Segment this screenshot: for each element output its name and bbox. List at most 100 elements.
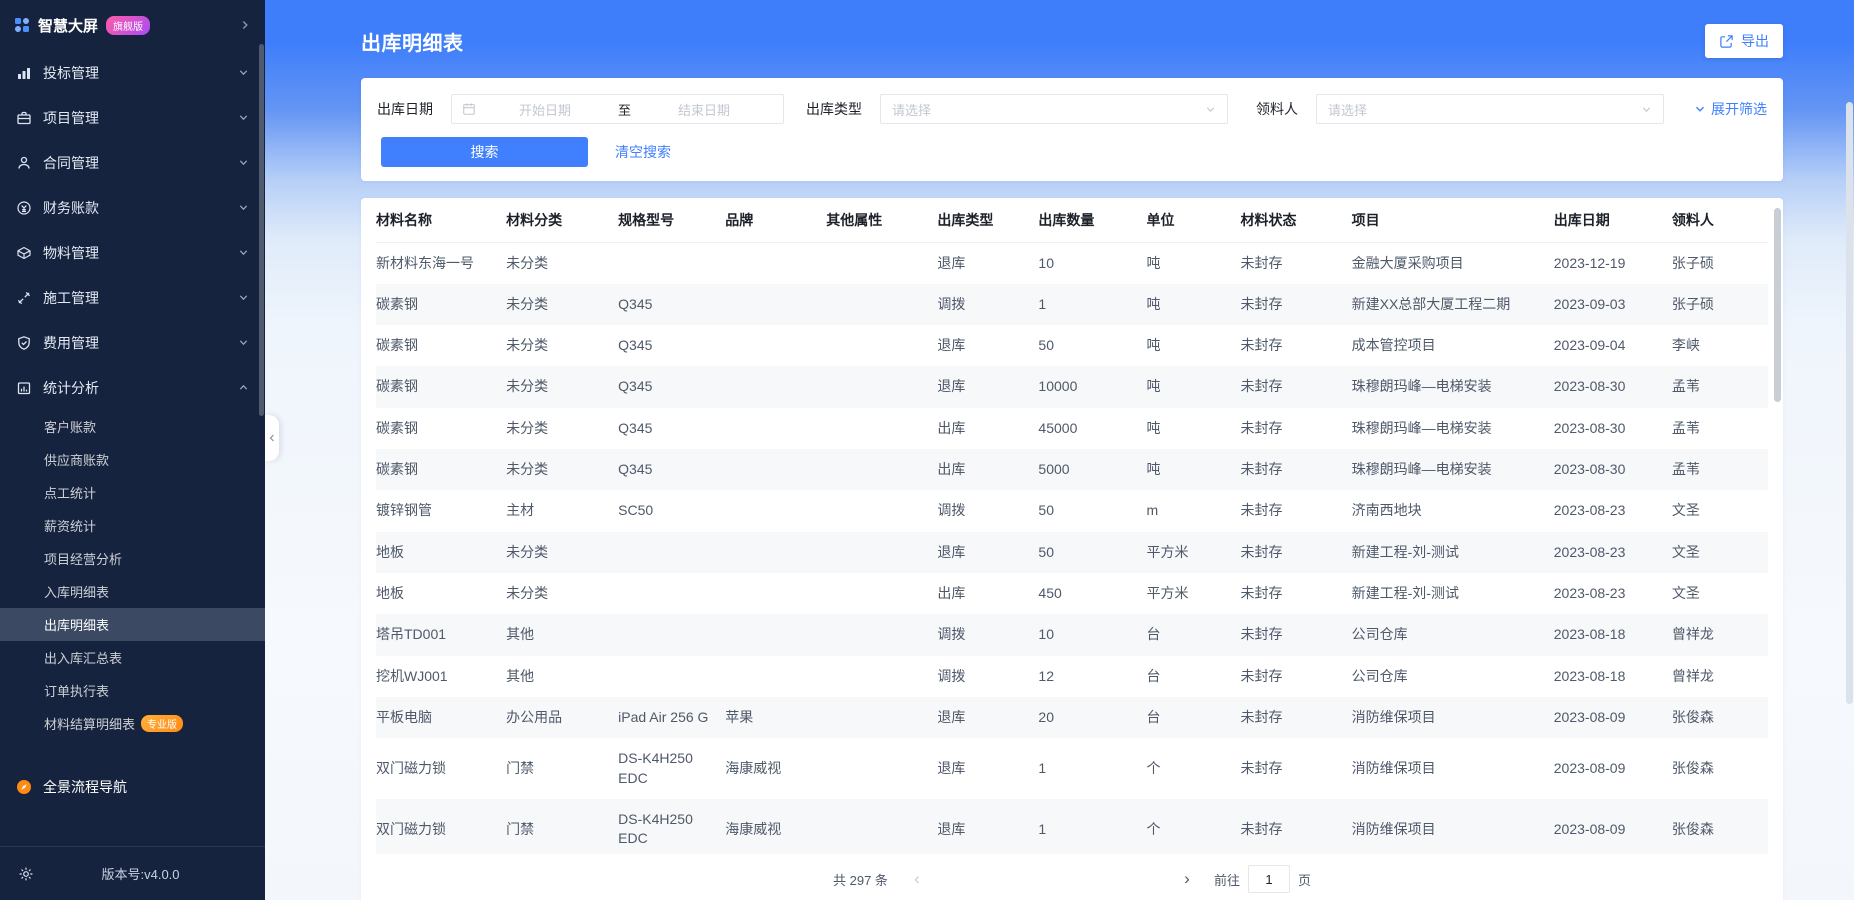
sidebar-submenu-item[interactable]: 材料结算明细表 专业版: [0, 707, 265, 740]
prev-page-button[interactable]: ‹: [902, 864, 932, 894]
table-cell: 10: [1038, 614, 1146, 655]
table-cell: 珠穆朗玛峰—电梯安装: [1352, 449, 1554, 490]
table-row[interactable]: 碳素钢未分类Q345退库50吨未封存成本管控项目2023-09-04李峡: [376, 325, 1768, 366]
date-range-input[interactable]: 开始日期 至 结束日期: [451, 94, 784, 124]
type-filter-label: 出库类型: [806, 99, 862, 119]
page-number-button[interactable]: [992, 864, 1022, 894]
table-cell: iPad Air 256 G: [618, 697, 725, 738]
table-cell: [826, 738, 937, 799]
page-number-button[interactable]: [1112, 864, 1142, 894]
table-cell: 未封存: [1241, 408, 1352, 449]
sidebar-submenu-item[interactable]: 项目经营分析: [0, 542, 265, 575]
next-page-button[interactable]: ›: [1172, 864, 1202, 894]
chevron-down-icon: [238, 337, 249, 348]
table-row[interactable]: 碳素钢未分类Q345出库45000吨未封存珠穆朗玛峰—电梯安装2023-08-3…: [376, 408, 1768, 449]
column-header: 出库日期: [1554, 198, 1672, 242]
main-content: 出库明细表 导出 出库日期 开始日期 至 结束日期 出库类型: [265, 0, 1854, 900]
table-cell: 2023-08-09: [1554, 799, 1672, 854]
table-cell: 未分类: [506, 532, 618, 573]
sidebar-menu-item[interactable]: 施工管理: [0, 275, 265, 320]
sidebar-submenu-item[interactable]: 出入库汇总表: [0, 641, 265, 674]
page-number-button[interactable]: [932, 864, 962, 894]
table-row[interactable]: 碳素钢未分类Q345退库10000吨未封存珠穆朗玛峰—电梯安装2023-08-3…: [376, 366, 1768, 407]
sidebar-menu-item[interactable]: 费用管理: [0, 320, 265, 365]
table-row[interactable]: 地板未分类出库450平方米未封存新建工程-刘-测试2023-08-23文圣: [376, 573, 1768, 614]
table-cell: 2023-08-09: [1554, 738, 1672, 799]
sidebar-menu-item[interactable]: 项目管理: [0, 95, 265, 140]
sidebar-menu-item[interactable]: 统计分析: [0, 365, 265, 410]
sidebar-menu-item[interactable]: 物料管理: [0, 230, 265, 275]
export-button[interactable]: 导出: [1705, 24, 1783, 58]
table-row[interactable]: 平板电脑办公用品iPad Air 256 G苹果退库20台未封存消防维保项目20…: [376, 697, 1768, 738]
chevron-down-icon: [238, 202, 249, 213]
table-row[interactable]: 碳素钢未分类Q345调拨1吨未封存新建XX总部大厦工程二期2023-09-03张…: [376, 284, 1768, 325]
window-scrollbar-thumb[interactable]: [1846, 102, 1853, 704]
table-cell: 碳素钢: [376, 366, 506, 407]
table-row[interactable]: 双门磁力锁门禁DS-K4H250 EDC海康威视退库1个未封存消防维保项目202…: [376, 799, 1768, 854]
page-number-button[interactable]: [1142, 864, 1172, 894]
page-number-button[interactable]: [1082, 864, 1112, 894]
table-cell: 个: [1146, 799, 1240, 854]
table-cell: DS-K4H250 EDC: [618, 799, 725, 854]
expand-filters-link[interactable]: 展开筛选: [1694, 99, 1767, 119]
sidebar-menu-item[interactable]: 合同管理: [0, 140, 265, 185]
sidebar-submenu-item[interactable]: 客户账款: [0, 410, 265, 443]
clear-search-link[interactable]: 清空搜索: [615, 142, 671, 162]
sidebar-submenu-item[interactable]: 点工统计: [0, 476, 265, 509]
gear-icon[interactable]: [18, 866, 34, 882]
submenu-item-label: 出库明细表: [44, 615, 109, 634]
sidebar-collapse-handle[interactable]: [265, 415, 279, 461]
page-number-button[interactable]: [962, 864, 992, 894]
pagination: 共 297 条 ‹ › 前往 页: [361, 854, 1783, 900]
table-row[interactable]: 新材料东海一号未分类退库10吨未封存金融大厦采购项目2023-12-19张子硕: [376, 242, 1768, 284]
table-cell: m: [1146, 490, 1240, 531]
table-row[interactable]: 镀锌钢管主材SC50调拨50m未封存济南西地块2023-08-23文圣: [376, 490, 1768, 531]
sidebar-brand[interactable]: 智慧大屏 旗舰版: [0, 0, 265, 50]
outbound-type-select[interactable]: 请选择: [880, 94, 1228, 124]
table-cell: Q345: [618, 449, 725, 490]
search-button[interactable]: 搜索: [381, 137, 588, 167]
table-cell: 调拨: [937, 614, 1038, 655]
sidebar-scrollbar-thumb[interactable]: [259, 44, 264, 416]
table-cell: 张俊森: [1672, 697, 1768, 738]
table-cell: 1: [1038, 738, 1146, 799]
sidebar-submenu-item[interactable]: 订单执行表: [0, 674, 265, 707]
table-row[interactable]: 地板未分类退库50平方米未封存新建工程-刘-测试2023-08-23文圣: [376, 532, 1768, 573]
menu-item-label: 财务账款: [43, 198, 99, 218]
page-number-button[interactable]: [1022, 864, 1052, 894]
table-row[interactable]: 碳素钢未分类Q345出库5000吨未封存珠穆朗玛峰—电梯安装2023-08-30…: [376, 449, 1768, 490]
table-cell: [618, 242, 725, 284]
sidebar-submenu-item[interactable]: 入库明细表: [0, 575, 265, 608]
table-cell: 未分类: [506, 573, 618, 614]
table-cell: 平方米: [1146, 573, 1240, 614]
sidebar-menu-item[interactable]: 投标管理: [0, 50, 265, 95]
table-cell: 苹果: [725, 697, 826, 738]
table-cell: [826, 490, 937, 531]
sidebar-menu-item[interactable]: 财务账款: [0, 185, 265, 230]
table-row[interactable]: 挖机WJ001其他调拨12台未封存公司仓库2023-08-18曾祥龙: [376, 656, 1768, 697]
page-title: 出库明细表: [361, 27, 464, 56]
type-select-placeholder: 请选择: [892, 100, 931, 119]
table-cell: 未封存: [1241, 573, 1352, 614]
table-cell: 未封存: [1241, 242, 1352, 284]
sidebar-item-flow-nav[interactable]: 全景流程导航: [0, 764, 265, 810]
table-cell: 门禁: [506, 738, 618, 799]
table-cell: 5000: [1038, 449, 1146, 490]
table-row[interactable]: 双门磁力锁门禁DS-K4H250 EDC海康威视退库1个未封存消防维保项目202…: [376, 738, 1768, 799]
page-number-button[interactable]: [1052, 864, 1082, 894]
table-scrollbar-thumb[interactable]: [1774, 208, 1781, 402]
sidebar-submenu-item[interactable]: 出库明细表: [0, 608, 265, 641]
person-select[interactable]: 请选择: [1316, 94, 1664, 124]
table-cell: 平板电脑: [376, 697, 506, 738]
sidebar-submenu-item[interactable]: 薪资统计: [0, 509, 265, 542]
table-row[interactable]: 塔吊TD001其他调拨10台未封存公司仓库2023-08-18曾祥龙: [376, 614, 1768, 655]
sidebar-submenu-item[interactable]: 供应商账款: [0, 443, 265, 476]
chevron-down-icon: [238, 112, 249, 123]
table-cell: Q345: [618, 408, 725, 449]
table-cell: [826, 532, 937, 573]
table-cell: 2023-08-30: [1554, 408, 1672, 449]
table-cell: 退库: [937, 799, 1038, 854]
goto-page-input[interactable]: [1248, 865, 1290, 893]
table-cell: 珠穆朗玛峰—电梯安装: [1352, 408, 1554, 449]
flow-nav-icon: [16, 779, 32, 795]
